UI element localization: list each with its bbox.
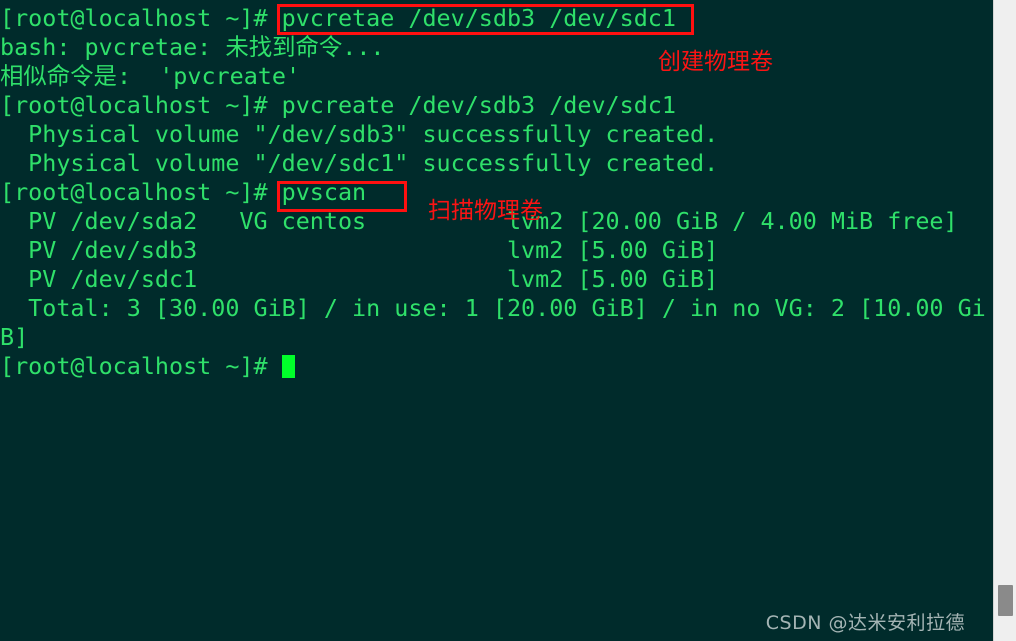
terminal-line: 相似命令是: 'pvcreate' <box>0 62 301 90</box>
prompt-text: [root@localhost ~]# <box>0 352 282 380</box>
terminal-line: B] <box>0 323 29 351</box>
screenshot-root: [root@localhost ~]# pvcretae /dev/sdb3 /… <box>0 0 1016 641</box>
terminal-line: Physical volume "/dev/sdc1" successfully… <box>0 149 719 177</box>
terminal-line: Physical volume "/dev/sdb3" successfully… <box>0 120 719 148</box>
csdn-watermark: CSDN @达米安利拉德 <box>765 612 965 634</box>
terminal-window[interactable]: [root@localhost ~]# pvcretae /dev/sdb3 /… <box>0 0 993 641</box>
terminal-line: PV /dev/sdc1 lvm2 [5.00 GiB] <box>0 265 719 293</box>
text-cursor <box>281 355 295 378</box>
terminal-line-prompt: [root@localhost ~]# <box>0 352 295 381</box>
terminal-line: [root@localhost ~]# pvcreate /dev/sdb3 /… <box>0 91 676 119</box>
terminal-line: Total: 3 [30.00 GiB] / in use: 1 [20.00 … <box>0 294 986 322</box>
terminal-line: [root@localhost ~]# pvscan <box>0 178 367 206</box>
terminal-line: PV /dev/sdb3 lvm2 [5.00 GiB] <box>0 236 719 264</box>
terminal-line: bash: pvcretae: 未找到命令... <box>0 33 385 61</box>
terminal-line: [root@localhost ~]# pvcretae /dev/sdb3 /… <box>0 4 676 32</box>
annotation-scan-physical-volume: 扫描物理卷 <box>428 198 543 224</box>
vertical-scrollbar-track[interactable] <box>993 0 1016 641</box>
annotation-create-physical-volume: 创建物理卷 <box>658 49 773 75</box>
vertical-scrollbar-thumb[interactable] <box>998 585 1013 616</box>
